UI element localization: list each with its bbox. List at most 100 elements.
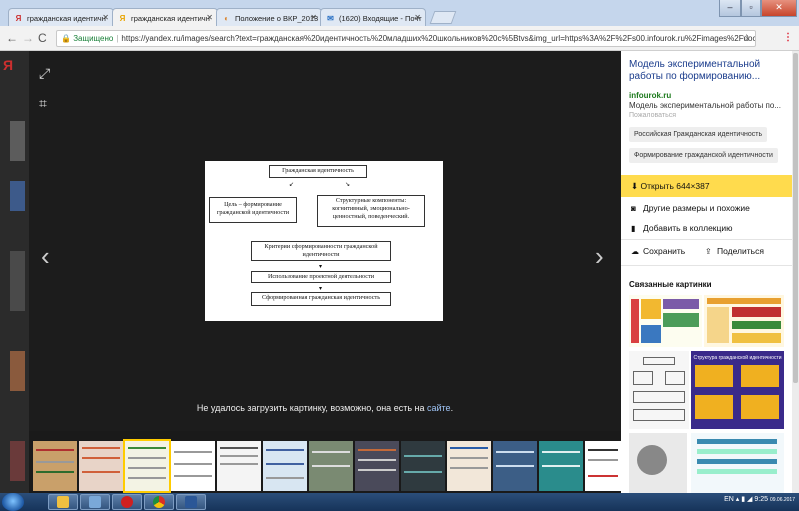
tab-title: (1620) Входящие - Почт (339, 14, 422, 23)
explorer-taskbar-icon[interactable] (48, 494, 78, 510)
node-top: Гражданская идентичность (269, 165, 367, 178)
save-icon: ☁ (631, 247, 639, 256)
other-sizes-link[interactable]: ◙ Другие размеры и похожие (621, 203, 792, 213)
mail-icon: ✉ (327, 14, 334, 23)
share-button[interactable]: ⇪ Поделиться (705, 246, 764, 256)
tab-4[interactable]: ✉ (1620) Входящие - Почт ✕ (320, 8, 426, 26)
minimize-button[interactable]: – (719, 0, 741, 17)
tray-icons[interactable]: ▴ ▮ ◢ (736, 496, 753, 503)
fullscreen-icon[interactable]: ⤢ (39, 65, 50, 82)
share-icon: ⇪ (705, 247, 712, 256)
next-image-button[interactable]: › (595, 241, 604, 272)
new-tab-button[interactable] (429, 11, 457, 24)
bookmark-star-icon[interactable]: ☆ (742, 31, 751, 46)
yandex-logo: Я (3, 57, 14, 73)
windows-taskbar: EN ▴ ▮ ◢ 9:25 09.06.2017 (0, 493, 799, 511)
tab-title: гражданская идентичн (131, 14, 210, 23)
clock-time[interactable]: 9:25 (754, 496, 768, 503)
thumbnail[interactable] (447, 441, 491, 491)
related-image[interactable] (629, 433, 687, 493)
back-icon[interactable]: ← (6, 31, 18, 45)
tab-strip: Я гражданская идентичн ✕ Я гражданская и… (0, 0, 799, 27)
close-window-button[interactable]: ✕ (761, 0, 797, 17)
yandex-icon: Я (15, 14, 22, 23)
camera-icon: ◙ (631, 204, 636, 213)
node-result: Сформированная гражданская идентичность (251, 292, 391, 306)
thumbnail-current[interactable] (123, 439, 171, 493)
thumbnail[interactable] (355, 441, 399, 491)
node-components: Структурные компоненты: когнитивный, эмо… (317, 195, 425, 227)
secure-label: Защищено (73, 34, 114, 43)
lock-icon: 🔒 (61, 34, 71, 43)
language-indicator[interactable]: EN (724, 496, 734, 503)
panel-scrollbar[interactable] (792, 51, 799, 493)
error-text: Не удалось загрузить картинку, возможно,… (196, 403, 425, 413)
image-stage: ⤢ ⌗ ‹ › Гражданская идентичность ↙ ↘ Цел… (29, 51, 621, 431)
background-page: Я (0, 51, 29, 493)
tab-title: гражданская идентичн (27, 14, 106, 23)
reload-icon[interactable]: C (38, 31, 47, 45)
related-image[interactable]: Структура гражданской идентичности (691, 351, 784, 429)
thumbnail[interactable] (79, 441, 123, 491)
open-image-button[interactable]: ⬇ Открыть 644×387 (621, 175, 792, 197)
related-image-caption: Структура гражданской идентичности (693, 355, 782, 361)
related-images-title: Связанные картинки (629, 280, 712, 289)
yandex-images-icon: Я (119, 14, 126, 23)
thumbnail[interactable] (33, 441, 77, 491)
tab-2[interactable]: Я гражданская идентичн ✕ (112, 8, 218, 27)
download-icon: ⬇ (631, 181, 639, 191)
close-tab-icon[interactable]: ✕ (102, 13, 109, 22)
source-site-link[interactable]: infourok.ru (629, 91, 671, 100)
chrome-taskbar-icon[interactable] (144, 494, 174, 510)
add-to-collection-button[interactable]: ▮ Добавить в коллекцию (621, 223, 792, 233)
thumbnail[interactable] (171, 441, 215, 491)
thumbnail[interactable] (539, 441, 583, 491)
forward-icon[interactable]: → (22, 31, 34, 45)
site-link[interactable]: сайте (427, 403, 451, 413)
maximize-button[interactable]: ▫ (741, 0, 761, 17)
related-image[interactable] (704, 295, 784, 347)
thumbnail[interactable] (585, 441, 621, 491)
node-criteria: Критерии сформированности гражданской ид… (251, 241, 391, 261)
thumbnail[interactable] (309, 441, 353, 491)
thumbnail[interactable] (217, 441, 261, 491)
close-tab-icon[interactable]: ✕ (310, 13, 317, 22)
open-label: Открыть (640, 181, 674, 191)
preview-image: Гражданская идентичность ↙ ↘ Цель – форм… (205, 161, 443, 321)
media-taskbar-icon[interactable] (80, 494, 110, 510)
menu-icon[interactable]: ⋮ (783, 32, 793, 43)
node-goal: Цель – формирование гражданской идентичн… (209, 197, 297, 223)
thumbnail[interactable] (493, 441, 537, 491)
node-method: Использование проектной деятельности (251, 271, 391, 283)
crop-icon[interactable]: ⌗ (39, 95, 47, 112)
tag-chip[interactable]: Формирование гражданской идентичности (629, 148, 778, 163)
save-button[interactable]: ☁ Сохранить (631, 246, 685, 256)
url-field[interactable]: 🔒 Защищено | https://yandex.ru/images/sear… (56, 30, 756, 47)
url-text: https://yandex.ru/images/search?text=гра… (121, 34, 755, 43)
thumbnail[interactable] (263, 441, 307, 491)
related-image[interactable] (629, 351, 689, 429)
tag-chip[interactable]: Российская Гражданская идентичность (629, 127, 768, 142)
tab-3[interactable]: ◐ Положение о ВКР_2013 ✕ (216, 8, 322, 26)
close-tab-icon[interactable]: ✕ (414, 13, 421, 22)
image-title-link[interactable]: Модель экспериментальной работы по форми… (629, 59, 787, 83)
image-viewer: Я ⤢ ⌗ ‹ › Гражданская идентичность ↙ ↘ Ц… (0, 51, 799, 493)
bookmark-icon: ▮ (631, 224, 636, 233)
clock-date[interactable]: 09.06.2017 (770, 497, 795, 503)
related-image[interactable] (629, 295, 702, 347)
close-tab-icon[interactable]: ✕ (206, 13, 213, 22)
document-icon: ◐ (224, 14, 229, 23)
opera-taskbar-icon[interactable] (112, 494, 142, 510)
tab-1[interactable]: Я гражданская идентичн ✕ (8, 8, 114, 26)
start-button[interactable] (2, 493, 24, 511)
tab-title: Положение о ВКР_2013 (235, 14, 319, 23)
thumbnail[interactable] (401, 441, 445, 491)
related-image[interactable] (691, 433, 784, 493)
thumbnail-strip (29, 431, 621, 493)
previous-image-button[interactable]: ‹ (41, 241, 50, 272)
address-bar: ← → C 🔒 Защищено | https://yandex.ru/image… (0, 26, 799, 51)
system-tray: EN ▴ ▮ ◢ 9:25 09.06.2017 (724, 495, 795, 503)
word-taskbar-icon[interactable] (176, 494, 206, 510)
complain-link[interactable]: Пожаловаться (629, 112, 676, 119)
image-description: Модель экспериментальной работы по... (629, 101, 781, 110)
